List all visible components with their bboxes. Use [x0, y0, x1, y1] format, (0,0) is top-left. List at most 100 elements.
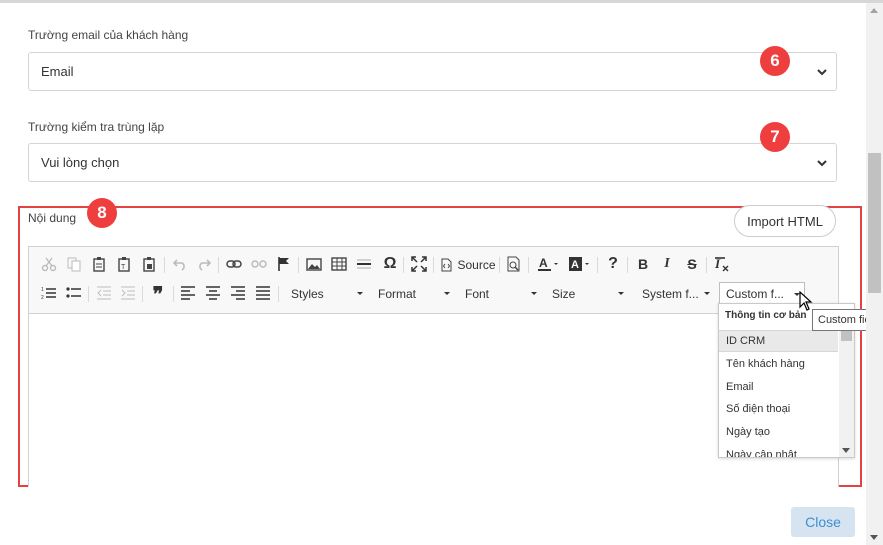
- remove-format-icon[interactable]: I: [714, 256, 730, 272]
- dropdown-arrow-icon: [357, 292, 363, 295]
- panel-scrollbar[interactable]: [839, 326, 854, 457]
- align-justify-icon[interactable]: [255, 285, 271, 301]
- content-label: Nội dung: [28, 211, 77, 225]
- close-button[interactable]: Close: [791, 507, 855, 537]
- maximize-icon[interactable]: [411, 256, 427, 272]
- help-icon[interactable]: ?: [605, 254, 621, 274]
- dropdown-arrow-icon: [444, 292, 450, 295]
- font-dropdown[interactable]: Font: [459, 282, 541, 306]
- anchor-flag-icon[interactable]: [276, 256, 292, 272]
- source-icon: [441, 258, 452, 272]
- toolbar-separator: [173, 286, 174, 302]
- text-color-icon[interactable]: A: [537, 256, 561, 272]
- bold-button[interactable]: B: [635, 254, 651, 274]
- chevron-down-icon: [817, 160, 827, 167]
- bullet-list-icon[interactable]: [66, 285, 82, 301]
- scroll-down-icon[interactable]: [870, 535, 878, 540]
- panel-item[interactable]: Tên khách hàng: [719, 353, 838, 375]
- toolbar-separator: [499, 257, 500, 273]
- toolbar-separator: [433, 257, 434, 273]
- svg-text:1: 1: [41, 287, 44, 293]
- panel-group-title: Thông tin cơ bản: [725, 310, 807, 321]
- scroll-up-icon[interactable]: [870, 8, 878, 13]
- dropdown-arrow-icon: [704, 292, 710, 295]
- dropdown-arrow-icon: [618, 292, 624, 295]
- email-field-select[interactable]: Email: [28, 52, 837, 91]
- toolbar-separator: [298, 257, 299, 273]
- dedupe-field-label: Trường kiểm tra trùng lặp: [28, 120, 165, 134]
- svg-text:T: T: [121, 264, 126, 271]
- toolbar-separator: [164, 257, 165, 273]
- editor-content-area[interactable]: [29, 314, 838, 488]
- copy-icon[interactable]: [66, 256, 82, 272]
- email-field-value: Email: [41, 64, 74, 79]
- svg-text:A: A: [539, 256, 548, 270]
- toolbar-separator: [597, 257, 598, 273]
- undo-icon[interactable]: [172, 256, 188, 272]
- custom-fields-label: Custom f...: [726, 287, 785, 301]
- editor-toolbar: T Ω Source A A ? B I S I 1 2 ❞ Styles Fo…: [29, 247, 838, 314]
- dedupe-field-select[interactable]: Vui lòng chọn: [28, 143, 837, 182]
- system-fields-label: System f...: [642, 287, 699, 301]
- numbered-list-icon[interactable]: 12: [41, 285, 57, 301]
- link-icon[interactable]: [226, 256, 242, 272]
- unlink-icon[interactable]: [251, 256, 267, 272]
- source-label: Source: [457, 258, 496, 272]
- source-button[interactable]: Source: [439, 255, 497, 275]
- step-badge-8: 8: [87, 198, 117, 228]
- redo-icon[interactable]: [196, 256, 212, 272]
- toolbar-separator: [88, 286, 89, 302]
- preview-icon[interactable]: [506, 256, 522, 272]
- paste-text-icon[interactable]: T: [116, 256, 132, 272]
- panel-item[interactable]: Email: [719, 376, 838, 398]
- align-center-icon[interactable]: [205, 285, 221, 301]
- font-label: Font: [465, 287, 490, 301]
- modal-dialog: Trường email của khách hàng Email 6 Trườ…: [0, 3, 866, 545]
- toolbar-separator: [218, 257, 219, 273]
- format-dropdown[interactable]: Format: [372, 282, 454, 306]
- dropdown-arrow-icon: [531, 292, 537, 295]
- toolbar-separator: [142, 286, 143, 302]
- step-badge-7: 7: [760, 122, 790, 152]
- outdent-icon[interactable]: [96, 285, 112, 301]
- panel-item[interactable]: Ngày tạo: [719, 421, 838, 443]
- dedupe-field-value: Vui lòng chọn: [41, 155, 120, 170]
- page-scrollbar[interactable]: [866, 3, 883, 545]
- panel-item[interactable]: Ngày cập nhật: [719, 444, 838, 457]
- strikethrough-button[interactable]: S: [684, 254, 700, 274]
- toolbar-separator: [403, 257, 404, 273]
- scroll-down-icon[interactable]: [842, 448, 850, 453]
- chevron-down-icon: [817, 69, 827, 76]
- paste-word-icon[interactable]: [141, 256, 157, 272]
- table-icon[interactable]: [331, 256, 347, 272]
- special-char-icon[interactable]: Ω: [381, 254, 399, 274]
- styles-dropdown[interactable]: Styles: [285, 282, 367, 306]
- panel-item[interactable]: Số điện thoại: [719, 398, 838, 420]
- align-right-icon[interactable]: [230, 285, 246, 301]
- indent-icon[interactable]: [120, 285, 136, 301]
- cut-icon[interactable]: [41, 256, 57, 272]
- blockquote-icon[interactable]: ❞: [149, 284, 167, 306]
- italic-button[interactable]: I: [659, 254, 675, 274]
- paste-icon[interactable]: [91, 256, 107, 272]
- mouse-cursor-icon: [799, 291, 813, 311]
- image-icon[interactable]: [306, 256, 322, 272]
- svg-text:A: A: [571, 259, 579, 271]
- toolbar-separator: [706, 257, 707, 273]
- panel-item[interactable]: ID CRM: [719, 330, 838, 352]
- import-html-button[interactable]: Import HTML: [734, 205, 836, 237]
- size-dropdown[interactable]: Size: [546, 282, 628, 306]
- size-label: Size: [552, 287, 576, 301]
- step-badge-6: 6: [760, 46, 790, 76]
- page-scrollbar-thumb[interactable]: [868, 153, 881, 293]
- background-color-icon[interactable]: A: [568, 256, 592, 272]
- align-left-icon[interactable]: [180, 285, 196, 301]
- email-field-label: Trường email của khách hàng: [28, 28, 189, 42]
- toolbar-separator: [528, 257, 529, 273]
- horizontal-line-icon[interactable]: [356, 256, 372, 272]
- styles-label: Styles: [291, 287, 324, 301]
- svg-text:2: 2: [41, 295, 44, 301]
- format-label: Format: [378, 287, 417, 301]
- system-fields-dropdown[interactable]: System f...: [636, 282, 714, 306]
- toolbar-separator: [278, 286, 279, 302]
